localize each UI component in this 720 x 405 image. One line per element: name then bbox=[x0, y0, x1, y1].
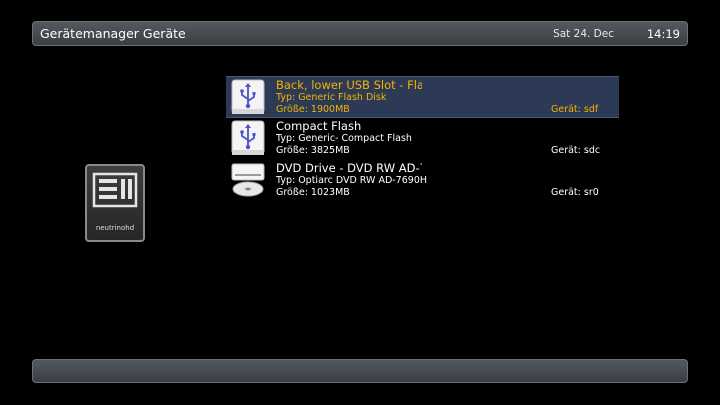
device-name: Compact Flash bbox=[276, 119, 362, 133]
device-node: Gerät: sdf bbox=[551, 104, 599, 115]
device-size: Größe: 1023MB bbox=[276, 187, 350, 198]
device-list: Back, lower USB Slot - Flash Disk Typ: G… bbox=[226, 76, 619, 202]
device-type: Typ: Optiarc DVD RW AD-7690H bbox=[276, 175, 428, 186]
device-type: Typ: Generic Flash Disk bbox=[276, 92, 387, 103]
usb-drive-icon bbox=[231, 79, 265, 114]
logo-text: neutrinohd bbox=[95, 224, 135, 232]
clock: 14:19 bbox=[646, 27, 680, 41]
date-display: Sat 24. Dec bbox=[553, 28, 614, 40]
neutrino-logo-icon bbox=[92, 172, 138, 208]
footer-bar bbox=[32, 359, 688, 383]
neutrino-logo: neutrinohd bbox=[85, 164, 145, 242]
header-bar: Gerätemanager Geräte Sat 24. Dec 14:19 bbox=[32, 21, 688, 46]
device-node: Gerät: sdc bbox=[551, 145, 601, 156]
device-type: Typ: Generic- Compact Flash bbox=[276, 133, 412, 144]
usb-drive-icon bbox=[231, 120, 265, 155]
device-node: Gerät: sr0 bbox=[551, 187, 599, 198]
window-title: Gerätemanager Geräte bbox=[40, 26, 186, 41]
device-name: Back, lower USB Slot - Flash Disk bbox=[276, 78, 422, 92]
device-name: DVD Drive - DVD RW AD-7 bbox=[276, 161, 422, 175]
device-row[interactable]: Back, lower USB Slot - Flash Disk Typ: G… bbox=[226, 76, 619, 118]
device-size: Größe: 3825MB bbox=[276, 145, 350, 156]
device-row[interactable]: Compact Flash Typ: Generic- Compact Flas… bbox=[226, 118, 619, 160]
device-row[interactable]: DVD Drive - DVD RW AD-7 Typ: Optiarc DVD… bbox=[226, 160, 619, 202]
device-size: Größe: 1900MB bbox=[276, 104, 350, 115]
dvd-drive-icon bbox=[231, 163, 265, 197]
